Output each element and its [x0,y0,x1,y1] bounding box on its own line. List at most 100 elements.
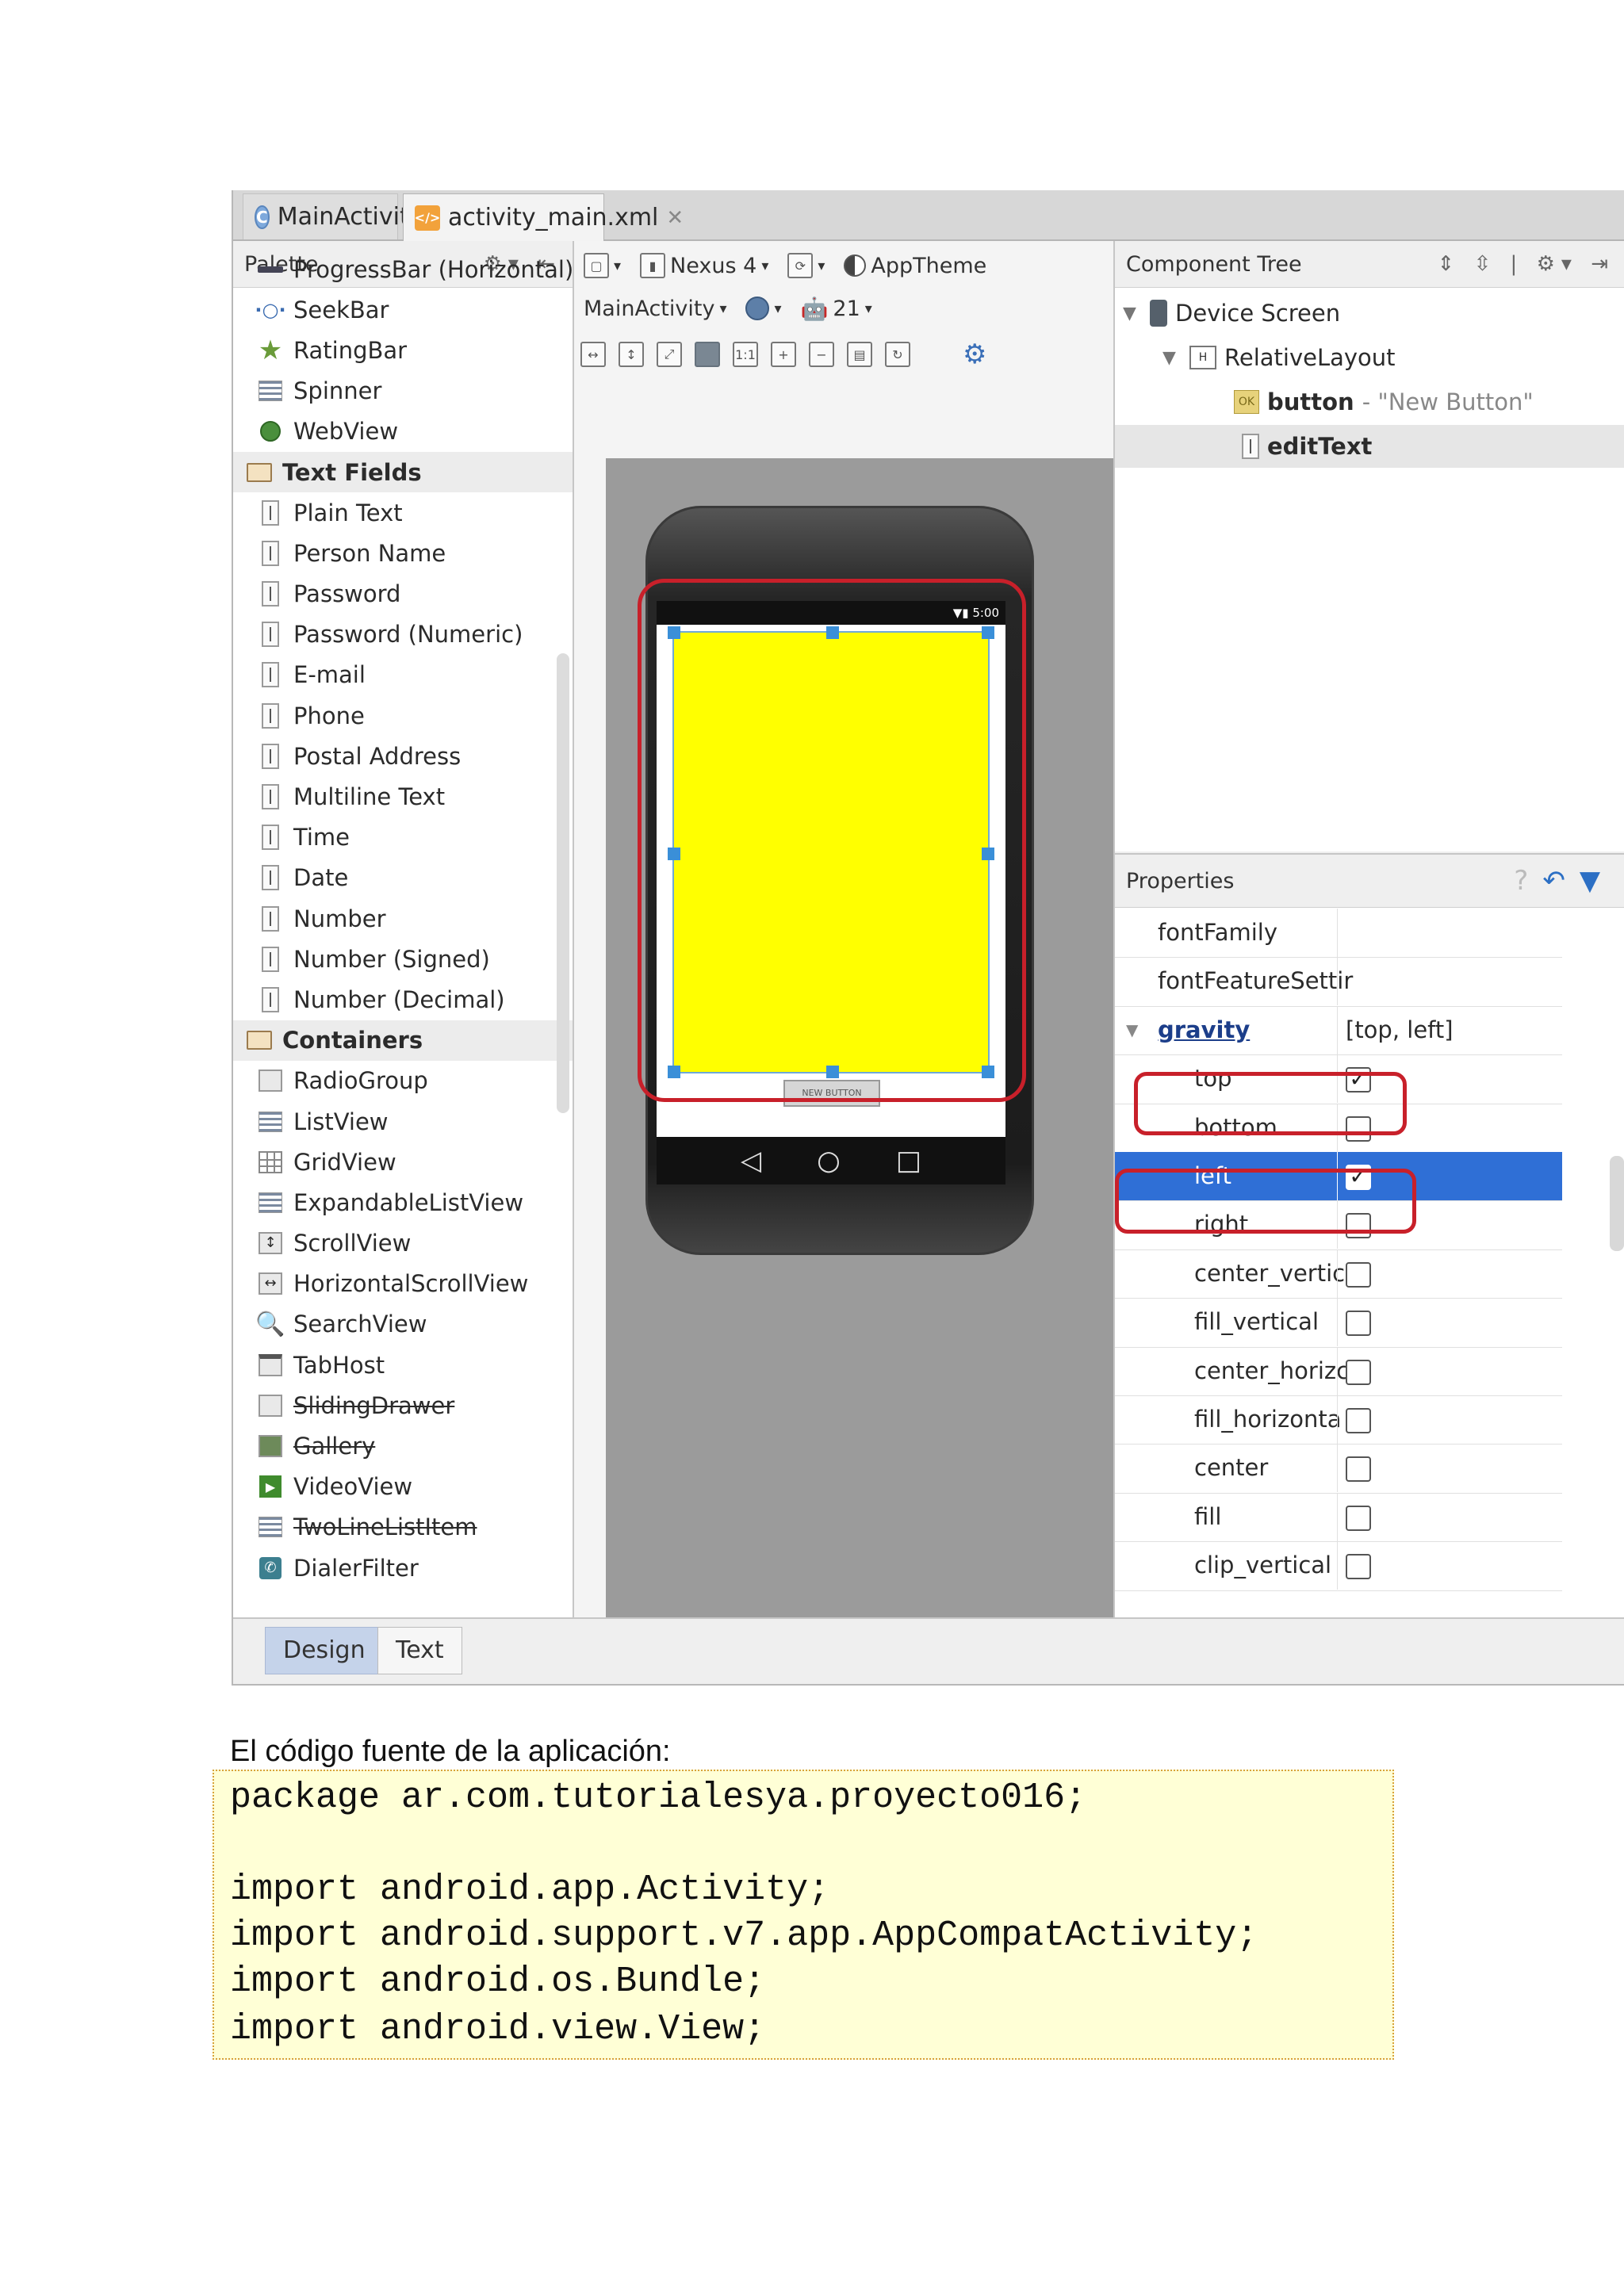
palette-item[interactable]: E-mail [233,655,573,695]
undo-icon[interactable]: ↶ [1542,865,1580,897]
theme-selector[interactable]: AppTheme [841,248,990,283]
palette-item-label: Postal Address [293,742,462,770]
property-checkbox-cell[interactable] [1337,1346,1562,1395]
close-icon[interactable]: ✕ [666,206,684,230]
filter-icon[interactable]: ▼ [1580,865,1614,897]
palette-item[interactable]: Multiline Text [233,776,573,817]
properties-scrollbar[interactable] [1610,1156,1624,1251]
palette-item[interactable]: Number (Decimal) [233,979,573,1020]
tab-design[interactable]: Design [265,1627,384,1674]
design-canvas[interactable]: ▼▮ 5:00 NEW BUTTON ◁ ○ □ [606,458,1113,1617]
checkbox[interactable] [1346,1311,1371,1337]
expand-arrow-icon[interactable]: ▼ [1162,348,1182,368]
locale-selector[interactable]: ▾ [742,291,784,326]
expand-arrow-icon[interactable]: ▼ [1126,1006,1138,1054]
palette-item[interactable]: 🔍 SearchView [233,1304,573,1345]
palette-item[interactable]: Number (Signed) [233,939,573,979]
palette-item[interactable]: WebView [233,411,573,452]
palette-item[interactable]: Postal Address [233,736,573,776]
palette-item[interactable]: ★ RatingBar [233,330,573,370]
palette-item[interactable]: Password [233,574,573,614]
tree-node-button[interactable]: OK button - "New Button" [1234,381,1534,423]
property-row[interactable]: fill_vertical [1115,1298,1562,1348]
palette-category[interactable]: Text Fields [233,451,573,493]
refresh-icon[interactable]: ↻ [885,342,910,367]
screenshot-icon[interactable]: ▤ [847,342,872,367]
listview-icon [257,1108,284,1135]
zoom-out-icon[interactable]: − [809,342,834,367]
palette-item[interactable]: ExpandableListView [233,1182,573,1223]
property-row[interactable]: center [1115,1444,1562,1494]
palette-item[interactable]: ·○· SeekBar [233,289,573,330]
property-row[interactable]: fill_horizonta [1115,1395,1562,1445]
fit-height-icon[interactable]: ↕ [619,342,644,367]
property-row[interactable]: gravity ▼ [top, left] [1115,1005,1562,1056]
property-checkbox-cell[interactable] [1337,1444,1562,1493]
checkbox[interactable] [1346,1408,1371,1433]
palette-item[interactable]: Number [233,898,573,939]
property-row[interactable]: fill [1115,1492,1562,1543]
property-value[interactable] [1337,909,1562,957]
palette-item[interactable]: Gallery [233,1425,573,1466]
property-value[interactable] [1337,957,1562,1006]
property-row[interactable]: clip_vertical [1115,1541,1562,1591]
zoom-actual-icon[interactable]: 1:1 [733,342,758,367]
tree-tools-icon[interactable]: ⇕ ⇳ | ⚙▾ ⇥ [1437,252,1614,276]
tab-text[interactable]: Text [377,1627,462,1674]
palette-item[interactable]: Password (Numeric) [233,614,573,655]
api-level-selector[interactable]: 🤖 21 ▾ [798,291,875,326]
activity-selector[interactable]: MainActivity ▾ [580,291,730,326]
zoom-in-icon[interactable]: + [771,342,796,367]
palette-item[interactable]: ↔ HorizontalScrollView [233,1264,573,1304]
palette-scrollbar[interactable] [557,653,569,1113]
palette-item[interactable]: Person Name [233,533,573,573]
palette-category[interactable]: Containers [233,1020,573,1061]
properties-header: Properties ?↶▼ [1115,855,1624,908]
property-checkbox-cell[interactable] [1337,1492,1562,1541]
expand-arrow-icon[interactable]: ▼ [1123,304,1142,323]
tree-node-device-screen[interactable]: ▼ Device Screen [1123,292,1340,335]
designer-toolbar-row1: ▢ ▾ ▮ Nexus 4 ▾ ⟳ ▾ AppTheme [580,244,990,287]
palette-item[interactable]: RadioGroup [233,1061,573,1101]
pan-icon[interactable] [695,342,720,367]
property-value[interactable]: [top, left] [1337,1005,1562,1054]
device-selector[interactable]: ▮ Nexus 4 ▾ [637,248,772,283]
checkbox[interactable] [1346,1261,1371,1288]
property-row[interactable]: center_horizc [1115,1346,1562,1396]
palette-item[interactable]: ListView [233,1101,573,1142]
palette-item[interactable]: TwoLineListItem [233,1507,573,1548]
palette-item[interactable]: Time [233,817,573,858]
fit-width-icon[interactable]: ↔ [580,342,606,367]
palette-item[interactable]: Plain Text [233,492,573,533]
checkbox[interactable] [1346,1554,1371,1580]
palette-item[interactable]: ▶ VideoView [233,1467,573,1507]
property-checkbox-cell[interactable] [1337,1541,1562,1590]
property-checkbox-cell[interactable] [1337,1298,1562,1347]
property-checkbox-cell[interactable] [1337,1395,1562,1444]
property-checkbox-cell[interactable] [1337,1249,1562,1298]
checkbox[interactable] [1346,1505,1371,1531]
tab-activity-main-xml[interactable]: </> activity_main.xml ✕ [403,193,684,241]
palette-item[interactable]: Phone [233,695,573,736]
orientation-button[interactable]: ⟳ ▾ [784,248,828,283]
help-icon[interactable]: ? [1514,865,1542,897]
property-row[interactable]: center_vertic: [1115,1249,1562,1299]
palette-item[interactable]: TabHost [233,1345,573,1385]
palette-item[interactable]: Date [233,858,573,898]
checkbox[interactable] [1346,1359,1371,1385]
palette-item[interactable]: ↕ ScrollView [233,1223,573,1264]
checkbox[interactable] [1346,1456,1371,1483]
settings-gear-icon[interactable]: ⚙ [963,339,986,370]
device-config-button[interactable]: ▢ ▾ [580,248,624,283]
property-row[interactable]: fontFeatureSettir [1115,957,1562,1007]
palette-item[interactable]: GridView [233,1142,573,1182]
property-row[interactable]: fontFamily [1115,909,1562,959]
palette-item[interactable]: Spinner [233,371,573,411]
palette-item[interactable]: ✆ DialerFilter [233,1548,573,1588]
tab-main-activity-java[interactable]: C MainActivity.java ✕ [243,193,502,239]
palette-item[interactable]: ProgressBar (Horizontal) [233,249,573,289]
tree-node-edittext[interactable]: editText [1115,425,1624,468]
resize-icon[interactable]: ⤢ [657,342,682,367]
palette-item[interactable]: SlidingDrawer [233,1385,573,1425]
tree-node-relativelayout[interactable]: ▼ H RelativeLayout [1162,336,1396,379]
